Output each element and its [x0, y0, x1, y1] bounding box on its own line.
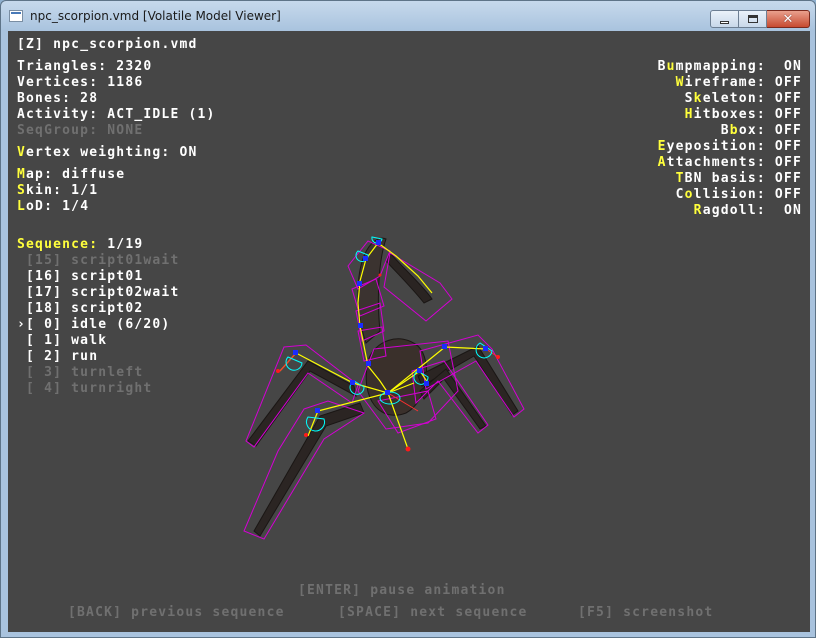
toggle-label: ireframe: OFF: [684, 75, 802, 90]
sequence-item[interactable]: [ 3] turnleft: [17, 365, 179, 381]
model-name: npc_scorpion.vmd: [53, 37, 198, 52]
render-toggle[interactable]: Wireframe: OFF: [658, 75, 802, 91]
app-window-icon[interactable]: [9, 10, 23, 22]
render-toggle[interactable]: Attachments: OFF: [658, 155, 802, 171]
sequence-item[interactable]: [17] script02wait: [17, 285, 179, 301]
skin-label: kin: 1/1: [26, 183, 99, 198]
render-toggle[interactable]: Ragdoll: ON: [658, 203, 802, 219]
toggle-label: ox: OFF: [738, 123, 802, 138]
toggle-hotkey: W: [675, 75, 685, 90]
model-mesh: [247, 237, 519, 537]
title-bar[interactable]: npc_scorpion.vmd [Volatile Model Viewer]…: [1, 1, 815, 31]
toggle-hotkey: k: [693, 91, 703, 106]
sequence-item-selected[interactable]: ›[ 0] idle (6/20): [17, 317, 179, 333]
toggle-hotkey: T: [675, 171, 685, 186]
sequence-header: Sequence: 1/19: [17, 237, 143, 253]
render-toggle[interactable]: Skeleton: OFF: [658, 91, 802, 107]
minimize-icon: [720, 20, 729, 24]
vertex-weighting-label: ertex weighting: ON: [26, 145, 198, 160]
close-button[interactable]: ✕: [767, 10, 810, 28]
next-sequence-hint: [SPACE] next sequence: [338, 605, 528, 620]
screenshot-hint: [F5] screenshot: [578, 605, 714, 620]
toggle-label: ttachments: OFF: [666, 155, 802, 170]
render-toggle[interactable]: Collision: OFF: [658, 187, 802, 203]
sequence-item[interactable]: [ 4] turnright: [17, 381, 179, 397]
render-toggle[interactable]: Hitboxes: OFF: [658, 107, 802, 123]
toggle-label: agdoll: ON: [702, 203, 802, 218]
window-title: npc_scorpion.vmd [Volatile Model Viewer]: [30, 9, 281, 23]
toggle-hotkey: o: [684, 187, 694, 202]
sequence-label: Sequence:: [17, 237, 99, 252]
render-toggle[interactable]: Bumpmapping: ON: [658, 59, 802, 75]
model-index: [Z]: [17, 37, 45, 52]
toggle-hotkey: H: [684, 107, 694, 122]
sequence-item[interactable]: [18] script02: [17, 301, 179, 317]
map-toggle[interactable]: Map: diffuse: [17, 167, 125, 183]
seqgroup-stat: SeqGroup: NONE: [17, 123, 144, 138]
vertex-weighting-hotkey: V: [17, 145, 27, 160]
toggle-prefix: B: [720, 123, 730, 138]
render-toggles: Bumpmapping: ON Wireframe: OFF Skeleton: O…: [658, 59, 802, 219]
render-toggle[interactable]: Eyeposition: OFF: [658, 139, 802, 155]
activity-stat: Activity: ACT_IDLE (1): [17, 107, 216, 122]
render-toggle[interactable]: TBN basis: OFF: [658, 171, 802, 187]
previous-sequence-hint: [BACK] previous sequence: [68, 605, 285, 620]
map-label: ap: diffuse: [26, 167, 126, 182]
lod-label: oD: 1/4: [26, 199, 90, 214]
toggle-hotkey: R: [693, 203, 703, 218]
toggle-label: yeposition: OFF: [666, 139, 802, 154]
minimize-button[interactable]: [710, 10, 739, 28]
toggle-label: BN basis: OFF: [684, 171, 802, 186]
triangles-stat: Triangles: 2320: [17, 59, 153, 74]
render-toggle[interactable]: Bbox: OFF: [658, 123, 802, 139]
maximize-icon: [747, 15, 758, 23]
skin-hotkey: S: [17, 183, 27, 198]
toggle-label: eleton: OFF: [702, 91, 802, 106]
toggle-hotkey: b: [729, 123, 739, 138]
toggle-hotkey: E: [657, 139, 667, 154]
toggle-prefix: B: [657, 59, 667, 74]
sequence-item[interactable]: [ 1] walk: [17, 333, 179, 349]
toggle-prefix: S: [684, 91, 694, 106]
lod-hotkey: L: [17, 199, 27, 214]
toggle-label: llision: OFF: [693, 187, 802, 202]
sequence-item[interactable]: [15] script01wait: [17, 253, 179, 269]
maximize-button[interactable]: [739, 10, 767, 28]
toggle-hotkey: u: [666, 59, 676, 74]
pause-hint: [ENTER] pause animation: [298, 583, 506, 598]
bones-stat: Bones: 28: [17, 91, 99, 106]
vertices-stat: Vertices: 1186: [17, 75, 144, 90]
sequence-list: [15] script01wait [16] script01 [17] scr…: [17, 253, 179, 397]
sequence-item[interactable]: [ 2] run: [17, 349, 179, 365]
vertex-weighting-toggle[interactable]: Vertex weighting: ON: [17, 145, 198, 161]
sequence-item[interactable]: [16] script01: [17, 269, 179, 285]
toggle-label: itboxes: OFF: [693, 107, 802, 122]
skin-toggle[interactable]: Skin: 1/1: [17, 183, 98, 199]
app-window: npc_scorpion.vmd [Volatile Model Viewer]…: [0, 0, 816, 638]
model-viewport[interactable]: [Z] npc_scorpion.vmd Triangles: 2320 Ver…: [8, 31, 810, 632]
toggle-label: mpmapping: ON: [675, 59, 802, 74]
sequence-value: 1/19: [98, 237, 144, 252]
lod-toggle[interactable]: LoD: 1/4: [17, 199, 89, 215]
map-hotkey: M: [17, 167, 27, 182]
toggle-prefix: C: [675, 187, 685, 202]
model-header: [Z] npc_scorpion.vmd: [17, 37, 198, 53]
close-icon: ✕: [782, 11, 794, 27]
toggle-hotkey: A: [657, 155, 667, 170]
